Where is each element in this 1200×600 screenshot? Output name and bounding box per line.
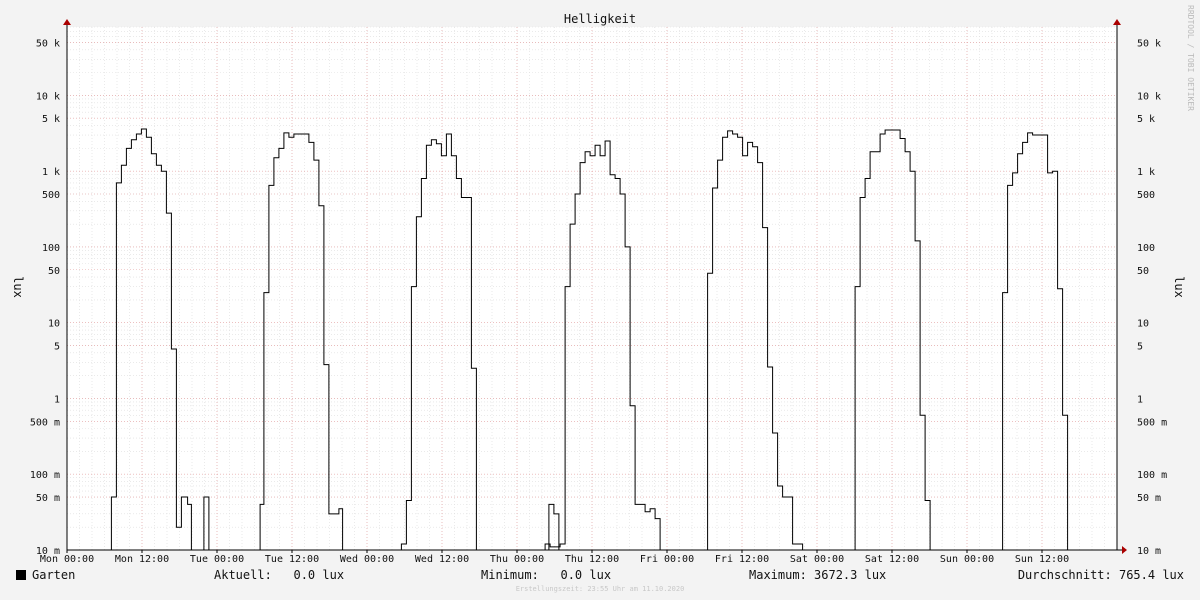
x-tick-label: Fri 12:00 (715, 554, 769, 565)
y-tick-label-left: 100 m (30, 470, 60, 481)
x-tick-label: Mon 12:00 (115, 554, 169, 565)
stat-average: Durchschnitt: 765.4 lux (1017, 568, 1184, 582)
y-tick-label-left: 10 (48, 319, 60, 330)
y-axis-label-right: lux (1172, 276, 1186, 298)
y-tick-label-left: 100 (42, 243, 60, 254)
y-tick-label-right: 1 (1137, 394, 1143, 405)
y-tick-label-left: 50 (48, 266, 60, 277)
y-axis-label-left: lux (11, 276, 25, 298)
y-axis-left-arrow-icon (63, 19, 71, 25)
x-axis-ticks: Mon 00:00 Mon 12:00 Tue 00:00 Tue 12:00 Wed … (40, 550, 1069, 565)
y-tick-label-left: 5 k (42, 114, 60, 125)
x-tick-label: Fri 00:00 (640, 554, 694, 565)
y-tick-label-left: 500 m (30, 417, 60, 428)
stat-current: Aktuell: 0.0 lux (214, 568, 345, 582)
y-tick-label-left: 5 (54, 342, 60, 353)
x-tick-label: Sun 12:00 (1015, 554, 1069, 565)
y-tick-label-right: 500 m (1137, 417, 1167, 428)
x-tick-label: Mon 00:00 (40, 554, 94, 565)
x-tick-label: Tue 12:00 (265, 554, 319, 565)
y-tick-label-right: 500 (1137, 190, 1155, 201)
creation-timestamp: Erstellungszeit: 23:55 Uhr am 11.10.2020 (515, 585, 685, 593)
chart: 10 m 50 m 100 m 500 m 1 5 10 50 100 500 1 k 5 k 10 k… (11, 5, 1195, 565)
x-tick-label: Wed 12:00 (415, 554, 469, 565)
y-tick-label-right: 1 k (1137, 167, 1155, 178)
y-axis-right-ticks: 10 m 50 m 100 m 500 m 1 5 10 50 100 500 1 k 5 k 10 k… (1137, 38, 1167, 557)
y-tick-label-right: 5 (1137, 342, 1143, 353)
y-tick-label-right: 100 m (1137, 470, 1167, 481)
y-tick-label-right: 50 (1137, 266, 1149, 277)
x-tick-label: Thu 12:00 (565, 554, 619, 565)
y-tick-label-right: 10 k (1137, 91, 1161, 102)
x-tick-label: Wed 00:00 (340, 554, 394, 565)
y-tick-label-left: 10 k (36, 91, 60, 102)
y-tick-label-right: 10 m (1137, 546, 1161, 557)
y-tick-label-right: 50 m (1137, 493, 1161, 504)
x-tick-label: Sun 00:00 (940, 554, 994, 565)
x-tick-label: Sat 00:00 (790, 554, 844, 565)
y-tick-label-left: 1 (54, 394, 60, 405)
y-tick-label-right: 5 k (1137, 114, 1155, 125)
x-tick-label: Tue 00:00 (190, 554, 244, 565)
chart-title: Helligkeit (564, 12, 636, 26)
y-axis-right-arrow-icon (1113, 19, 1121, 25)
x-axis-arrow-icon (1122, 546, 1127, 554)
x-tick-label: Thu 00:00 (490, 554, 544, 565)
y-tick-label-right: 10 (1137, 319, 1149, 330)
y-tick-label-right: 50 k (1137, 38, 1161, 49)
rrdtool-side-label: RRDTOOL / TOBI OETIKER (1186, 5, 1195, 111)
y-axis-left-ticks: 10 m50 m100 m500 m1510501005001 k5 k10 k… (30, 38, 60, 557)
legend-label: Garten (32, 568, 76, 582)
x-tick-label: Sat 12:00 (865, 554, 919, 565)
y-tick-label-left: 50 k (36, 38, 60, 49)
legend: Garten (16, 568, 75, 582)
stat-minimum: Minimum: 0.0 lux (481, 568, 612, 582)
chart-window: 10 m 50 m 100 m 500 m 1 5 10 50 100 500 1 k 5 k 10 k… (0, 0, 1200, 600)
y-tick-label-left: 50 m (36, 493, 60, 504)
y-tick-label-right: 100 (1137, 243, 1155, 254)
y-tick-label-left: 1 k (42, 167, 60, 178)
stat-maximum: Maximum: 3672.3 lux (749, 568, 887, 582)
legend-swatch (16, 570, 26, 580)
y-tick-label-left: 500 (42, 190, 60, 201)
